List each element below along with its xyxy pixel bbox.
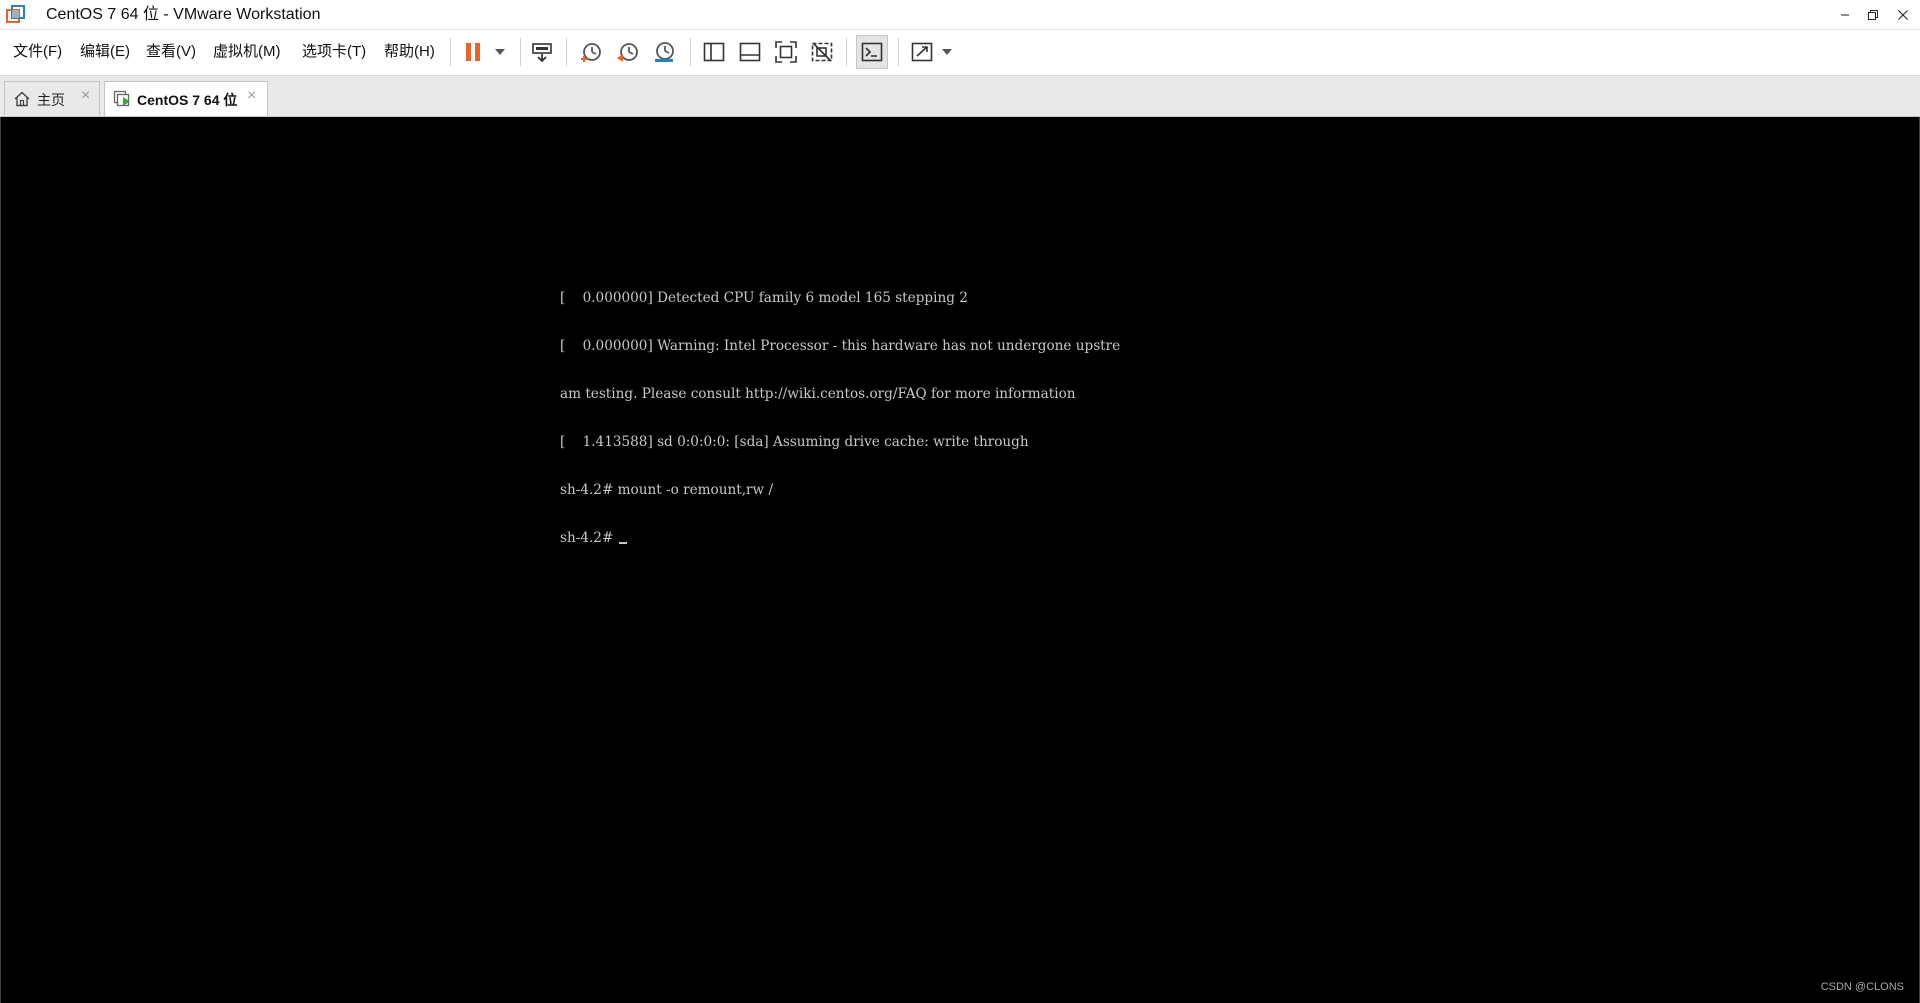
console-prompt: sh-4.2# — [560, 530, 618, 546]
thumbnail-bar-button[interactable] — [734, 36, 766, 68]
send-ctrl-alt-del-icon — [532, 43, 552, 63]
tab-home-close-icon[interactable]: × — [81, 87, 90, 105]
tab-home[interactable]: 主页 × — [4, 81, 100, 115]
revert-snapshot-button[interactable] — [612, 36, 644, 68]
snapshot-take-icon — [581, 43, 601, 62]
toolbar-separator — [520, 38, 521, 66]
console-line: [ 0.000000] Detected CPU family 6 model … — [560, 290, 968, 306]
console-line: [ 0.000000] Warning: Intel Processor - t… — [560, 338, 1121, 354]
console-line: sh-4.2# mount -o remount,rw / — [560, 482, 774, 498]
full-screen-button[interactable] — [770, 36, 802, 68]
toolbar-separator — [846, 38, 847, 66]
dropdown-arrow-icon — [942, 49, 952, 55]
unity-icon — [811, 42, 833, 62]
stretch-guest-button[interactable] — [906, 36, 938, 68]
snapshot-manager-icon — [655, 42, 674, 62]
close-icon — [1898, 9, 1908, 20]
snapshot-manager-button[interactable] — [648, 36, 680, 68]
menu-view[interactable]: 查看(V) — [146, 42, 196, 62]
thumbnail-bar-icon — [739, 42, 761, 62]
tab-home-label: 主页 — [37, 92, 65, 108]
menu-tabs[interactable]: 选项卡(T) — [302, 42, 366, 62]
stretch-guest-icon — [911, 42, 933, 62]
send-ctrl-alt-del-button[interactable] — [526, 36, 558, 68]
unity-button[interactable] — [806, 36, 838, 68]
console-line: am testing. Please consult http://wiki.c… — [560, 386, 1076, 402]
stretch-dropdown-button[interactable] — [936, 36, 958, 68]
watermark: CSDN @CLONS — [1820, 981, 1904, 993]
pause-icon — [466, 43, 480, 61]
toolbar-separator — [566, 38, 567, 66]
minimize-icon — [1841, 14, 1849, 15]
tab-centos-label: CentOS 7 64 位 — [137, 92, 238, 108]
window-title: CentOS 7 64 位 - VMware Workstation — [46, 6, 321, 23]
toolbar-separator — [690, 38, 691, 66]
console-prompt-line: sh-4.2# — [560, 530, 1120, 546]
tab-centos[interactable]: CentOS 7 64 位 × — [104, 81, 268, 116]
console-view-icon — [861, 42, 883, 62]
console-view-button[interactable] — [856, 35, 888, 69]
vmware-window: CentOS 7 64 位 - VMware Workstation 文件(F)… — [0, 0, 1920, 1003]
show-library-icon — [703, 42, 725, 62]
snapshot-revert-icon — [617, 43, 638, 62]
text-cursor — [618, 542, 627, 544]
dropdown-arrow-icon — [495, 49, 505, 55]
restore-button[interactable] — [1858, 0, 1888, 29]
tab-centos-close-icon[interactable]: × — [247, 87, 256, 105]
power-dropdown-button[interactable] — [488, 36, 512, 68]
pause-button[interactable] — [458, 36, 488, 68]
console-line: [ 1.413588] sd 0:0:0:0: [sda] Assuming d… — [560, 434, 1029, 450]
console-output: [ 0.000000] Detected CPU family 6 model … — [560, 258, 1120, 578]
vm-console[interactable]: [ 0.000000] Detected CPU family 6 model … — [0, 117, 1920, 1003]
close-button[interactable] — [1888, 0, 1918, 29]
vm-running-icon — [113, 90, 133, 113]
minimize-button[interactable] — [1830, 0, 1860, 29]
full-screen-icon — [775, 41, 797, 63]
home-icon — [13, 90, 31, 113]
menu-help[interactable]: 帮助(H) — [384, 42, 435, 62]
toolbar-separator — [450, 38, 451, 66]
menu-edit[interactable]: 编辑(E) — [80, 42, 130, 62]
restore-icon — [1868, 9, 1878, 20]
menu-file[interactable]: 文件(F) — [13, 42, 62, 62]
show-library-button[interactable] — [698, 36, 730, 68]
toolbar: 文件(F) 编辑(E) 查看(V) 虚拟机(M) 选项卡(T) 帮助(H) — [0, 30, 1920, 76]
title-bar: CentOS 7 64 位 - VMware Workstation — [0, 0, 1920, 30]
menu-vm[interactable]: 虚拟机(M) — [213, 42, 281, 62]
take-snapshot-button[interactable] — [575, 36, 607, 68]
toolbar-separator — [898, 38, 899, 66]
vmware-logo-icon — [6, 5, 26, 25]
tab-strip: 主页 × CentOS 7 64 位 × — [0, 76, 1920, 117]
